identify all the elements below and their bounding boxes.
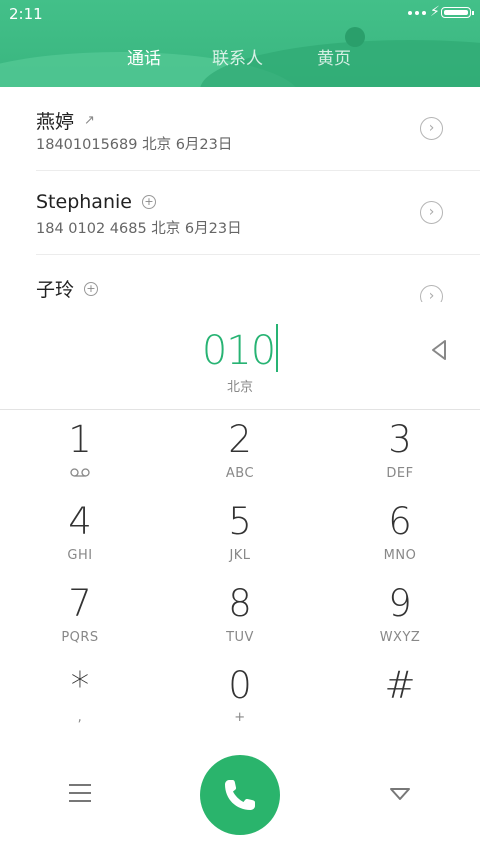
- tab-calls[interactable]: 通话: [127, 44, 161, 69]
- key-digit: 0: [228, 664, 252, 707]
- key-digit: 5: [228, 500, 252, 543]
- key-digit: 3: [388, 418, 412, 461]
- key-digit: 7: [68, 582, 92, 625]
- status-bar: 2:11 ⚡: [0, 0, 480, 28]
- key-digit: 6: [388, 500, 412, 543]
- collapse-keypad-icon[interactable]: [388, 786, 412, 802]
- contact-name-row: Stephanie +: [36, 191, 156, 213]
- key-letters: JKL: [229, 548, 251, 563]
- key-star[interactable]: * ,: [0, 656, 160, 738]
- contact-name: Stephanie: [36, 191, 132, 213]
- call-detail: 184 0102 4685 北京 6月23日: [36, 221, 242, 237]
- key-digit: 1: [68, 418, 92, 461]
- contact-name: 燕婷: [36, 111, 75, 133]
- dial-display: 010 北京: [0, 302, 480, 410]
- add-contact-icon[interactable]: +: [84, 281, 99, 296]
- key-digit: 9: [388, 582, 412, 625]
- recent-calls-list: 燕婷 ↗ 18401015689 北京 6月23日 › Stephanie + …: [0, 87, 480, 302]
- key-7[interactable]: 7 PQRS: [0, 574, 160, 656]
- tab-contacts[interactable]: 联系人: [212, 44, 263, 69]
- text-cursor: [276, 324, 279, 372]
- add-contact-icon[interactable]: +: [141, 195, 156, 209]
- outgoing-arrow-icon: ↗: [84, 113, 95, 128]
- phone-icon: [225, 780, 255, 810]
- key-4[interactable]: 4 GHI: [0, 492, 160, 574]
- menu-icon[interactable]: [69, 784, 91, 808]
- key-5[interactable]: 5 JKL: [160, 492, 320, 574]
- charging-icon: ⚡: [430, 4, 440, 20]
- key-2[interactable]: 2 ABC: [160, 410, 320, 492]
- key-letters: TUV: [226, 630, 254, 645]
- battery-icon: [441, 7, 474, 18]
- status-time: 2:11: [9, 5, 43, 23]
- key-1[interactable]: 1: [0, 410, 160, 492]
- key-9[interactable]: 9 WXYZ: [320, 574, 480, 656]
- dialed-number-row[interactable]: 010: [0, 324, 480, 374]
- key-digit: #: [384, 664, 416, 707]
- call-button[interactable]: [200, 755, 280, 835]
- key-3[interactable]: 3 DEF: [320, 410, 480, 492]
- contact-name-row: 子玲 +: [36, 275, 99, 302]
- list-item[interactable]: Stephanie + 184 0102 4685 北京 6月23日 ›: [0, 171, 480, 255]
- key-digit: 2: [228, 418, 252, 461]
- call-detail: 18401015689 北京 6月23日: [36, 137, 233, 153]
- number-region: 北京: [226, 380, 253, 395]
- details-chevron-icon[interactable]: ›: [420, 201, 443, 224]
- key-hash[interactable]: #: [320, 656, 480, 738]
- key-letters: GHI: [67, 548, 93, 563]
- key-letters: WXYZ: [379, 630, 421, 645]
- key-digit: 8: [228, 582, 252, 625]
- details-chevron-icon[interactable]: ›: [420, 285, 443, 302]
- key-digit: *: [70, 664, 90, 707]
- header: 2:11 ⚡ 通话 联系人 黄页: [0, 0, 480, 87]
- voicemail-icon: [70, 468, 90, 477]
- backspace-icon[interactable]: [430, 338, 450, 362]
- key-letters: ,: [77, 710, 83, 725]
- key-letters: DEF: [386, 466, 414, 481]
- key-letters: MNO: [383, 548, 417, 563]
- more-dots-icon: [408, 11, 426, 15]
- key-letters: PQRS: [61, 630, 99, 645]
- key-digit: 4: [68, 500, 92, 543]
- dialer-action-bar: [0, 755, 480, 853]
- key-8[interactable]: 8 TUV: [160, 574, 320, 656]
- contact-name: 子玲: [36, 279, 75, 301]
- key-letters: ABC: [225, 466, 255, 481]
- details-chevron-icon[interactable]: ›: [420, 117, 443, 140]
- dialed-number: 010: [201, 328, 276, 374]
- key-6[interactable]: 6 MNO: [320, 492, 480, 574]
- key-letters: +: [234, 710, 246, 725]
- list-item[interactable]: 燕婷 ↗ 18401015689 北京 6月23日 ›: [0, 87, 480, 171]
- tab-yellow-pages[interactable]: 黄页: [317, 44, 351, 69]
- key-0[interactable]: 0 +: [160, 656, 320, 738]
- list-item[interactable]: 子玲 + ›: [0, 255, 480, 302]
- contact-name-row: 燕婷 ↗: [36, 107, 95, 134]
